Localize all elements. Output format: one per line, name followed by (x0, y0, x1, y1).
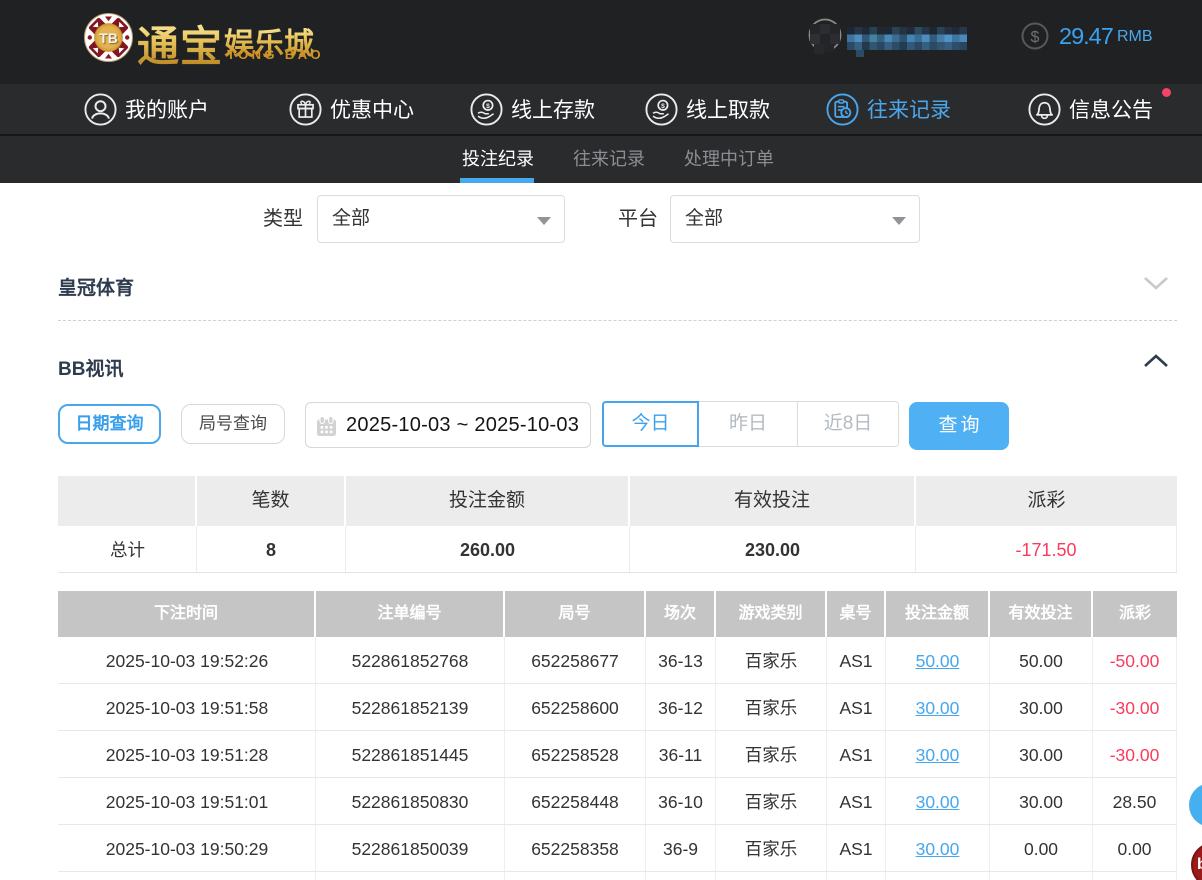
svg-text:$: $ (486, 103, 490, 110)
svg-text:$: $ (661, 103, 665, 110)
svg-text:$: $ (1031, 29, 1040, 46)
svg-text:TB: TB (99, 30, 118, 46)
